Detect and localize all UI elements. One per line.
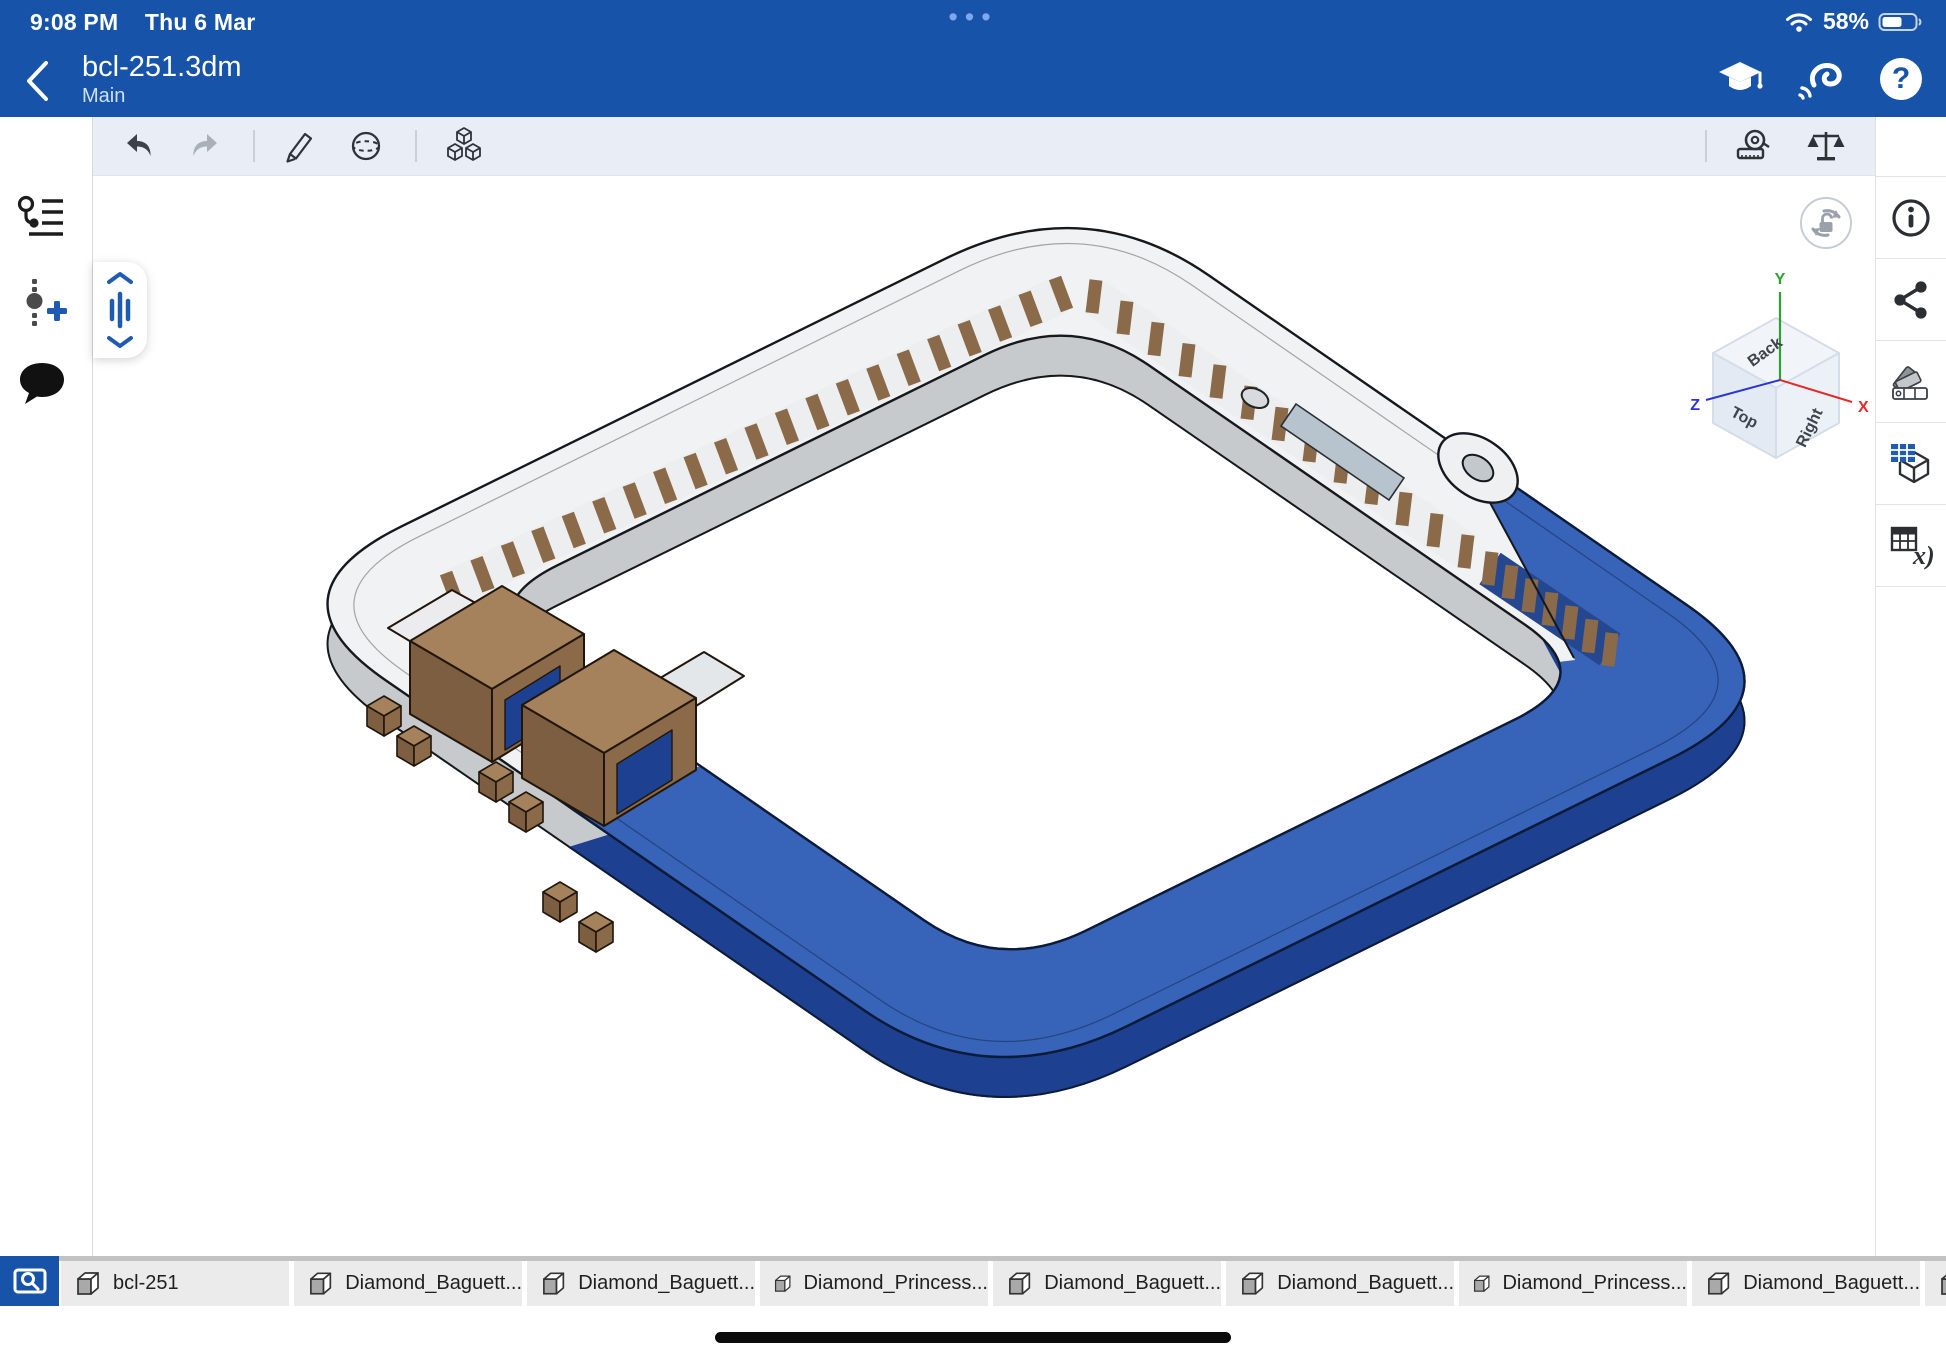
undo-button[interactable] — [121, 129, 157, 163]
file-tab-label: Diamond_Baguett... — [1743, 1272, 1920, 1295]
file-tab-partial[interactable] — [1925, 1261, 1946, 1306]
file-tab-label: Diamond_Baguett... — [345, 1272, 522, 1295]
canvas-toolbar — [93, 117, 1875, 176]
measure-tape-button[interactable] — [1733, 127, 1775, 165]
model-canvas[interactable]: Back Top Right Y Z X — [93, 176, 1875, 1256]
home-indicator[interactable] — [715, 1332, 1231, 1343]
balance-scale-button[interactable] — [1805, 127, 1847, 165]
file-tab[interactable]: bcl-251 — [61, 1261, 289, 1306]
history-tree-icon[interactable] — [15, 195, 67, 241]
apple-pencil-connect-icon[interactable] — [1796, 57, 1846, 101]
document-title: bcl-251.3dm — [82, 50, 242, 84]
file-tab-label: bcl-251 — [113, 1272, 179, 1295]
document-cube-icon — [772, 1269, 793, 1299]
file-tab[interactable]: Diamond_Princess... — [1459, 1261, 1687, 1306]
wifi-icon — [1784, 10, 1814, 34]
file-tab[interactable]: Diamond_Baguett... — [993, 1261, 1221, 1306]
search-projects-button[interactable] — [0, 1256, 59, 1306]
toolbar-divider — [253, 130, 255, 162]
file-tab[interactable]: Diamond_Baguett... — [527, 1261, 755, 1306]
document-cube-icon — [1937, 1269, 1946, 1299]
search-icon — [12, 1265, 48, 1297]
left-sidebar — [0, 117, 93, 1256]
svg-text:?: ? — [1892, 62, 1910, 95]
comment-bubble-icon[interactable] — [15, 359, 69, 409]
right-sidebar: x) — [1875, 117, 1946, 1256]
axis-x-label: X — [1858, 399, 1869, 416]
home-area — [0, 1306, 1946, 1352]
appearance-swatches-button[interactable] — [1876, 341, 1946, 423]
file-tab-label: Diamond_Princess... — [1502, 1272, 1687, 1295]
adjust-sliders-icon[interactable] — [104, 291, 136, 329]
svg-text:x): x) — [1912, 541, 1935, 570]
multitasking-dots-icon[interactable]: ••• — [0, 2, 1946, 33]
rotation-lock-button[interactable] — [1800, 197, 1852, 249]
document-cube-icon — [73, 1269, 103, 1299]
file-tab-label: Diamond_Baguett... — [1277, 1272, 1454, 1295]
file-tabs: bcl-251 Diamond_Baguett... Diamond_Baguett… — [61, 1261, 1946, 1306]
file-tab[interactable]: Diamond_Baguett... — [1226, 1261, 1454, 1306]
battery-percent: 58% — [1823, 8, 1869, 35]
redo-button[interactable] — [187, 129, 223, 163]
chevron-down-icon[interactable] — [104, 335, 136, 349]
axis-y-label: Y — [1775, 271, 1786, 288]
model-3d-bracelet[interactable]: Back Top Right Y Z X — [93, 176, 1875, 1256]
document-cube-icon — [306, 1269, 335, 1299]
file-tab-label: Diamond_Baguett... — [1044, 1272, 1221, 1295]
file-tab-label: Diamond_Baguett... — [578, 1272, 755, 1295]
app-header: bcl-251.3dm Main ? — [0, 44, 1946, 117]
document-subtitle: Main — [82, 84, 242, 108]
sketch-pencil-button[interactable] — [281, 128, 317, 164]
learning-graduation-cap-icon[interactable] — [1716, 57, 1764, 101]
right-sidebar-spacer — [1876, 117, 1946, 177]
toolbar-divider — [415, 130, 417, 162]
axis-z-label: Z — [1690, 397, 1700, 414]
revolve-sphere-button[interactable] — [347, 128, 385, 164]
back-button[interactable] — [22, 58, 52, 104]
document-cube-icon — [1704, 1269, 1733, 1299]
help-icon[interactable]: ? — [1878, 56, 1924, 102]
bodies-cubes-button[interactable] — [443, 126, 485, 166]
file-tab[interactable]: Diamond_Baguett... — [1692, 1261, 1920, 1306]
toolbar-divider — [1705, 130, 1707, 162]
status-bar: 9:08 PM Thu 6 Mar ••• 58% — [0, 0, 1946, 44]
rotation-lock-icon — [1806, 203, 1846, 243]
battery-icon — [1878, 11, 1924, 33]
section-adjust-pill[interactable] — [93, 262, 147, 358]
file-tab[interactable]: Diamond_Princess... — [760, 1261, 988, 1306]
chevron-up-icon[interactable] — [104, 271, 136, 285]
share-button[interactable] — [1876, 259, 1946, 341]
file-tab-label: Diamond_Princess... — [803, 1272, 988, 1295]
file-strip: bcl-251 Diamond_Baguett... Diamond_Baguett… — [0, 1256, 1946, 1306]
file-tab[interactable]: Diamond_Baguett... — [294, 1261, 522, 1306]
document-cube-icon — [1238, 1269, 1267, 1299]
parts-list-cube-button[interactable] — [1876, 423, 1946, 505]
add-version-icon[interactable] — [15, 277, 71, 329]
info-button[interactable] — [1876, 177, 1946, 259]
variables-table-button[interactable]: x) — [1876, 505, 1946, 587]
document-cube-icon — [1005, 1269, 1034, 1299]
view-cube[interactable]: Back Top Right Y Z X — [1690, 271, 1869, 458]
document-cube-icon — [1471, 1269, 1492, 1299]
document-cube-icon — [539, 1269, 568, 1299]
